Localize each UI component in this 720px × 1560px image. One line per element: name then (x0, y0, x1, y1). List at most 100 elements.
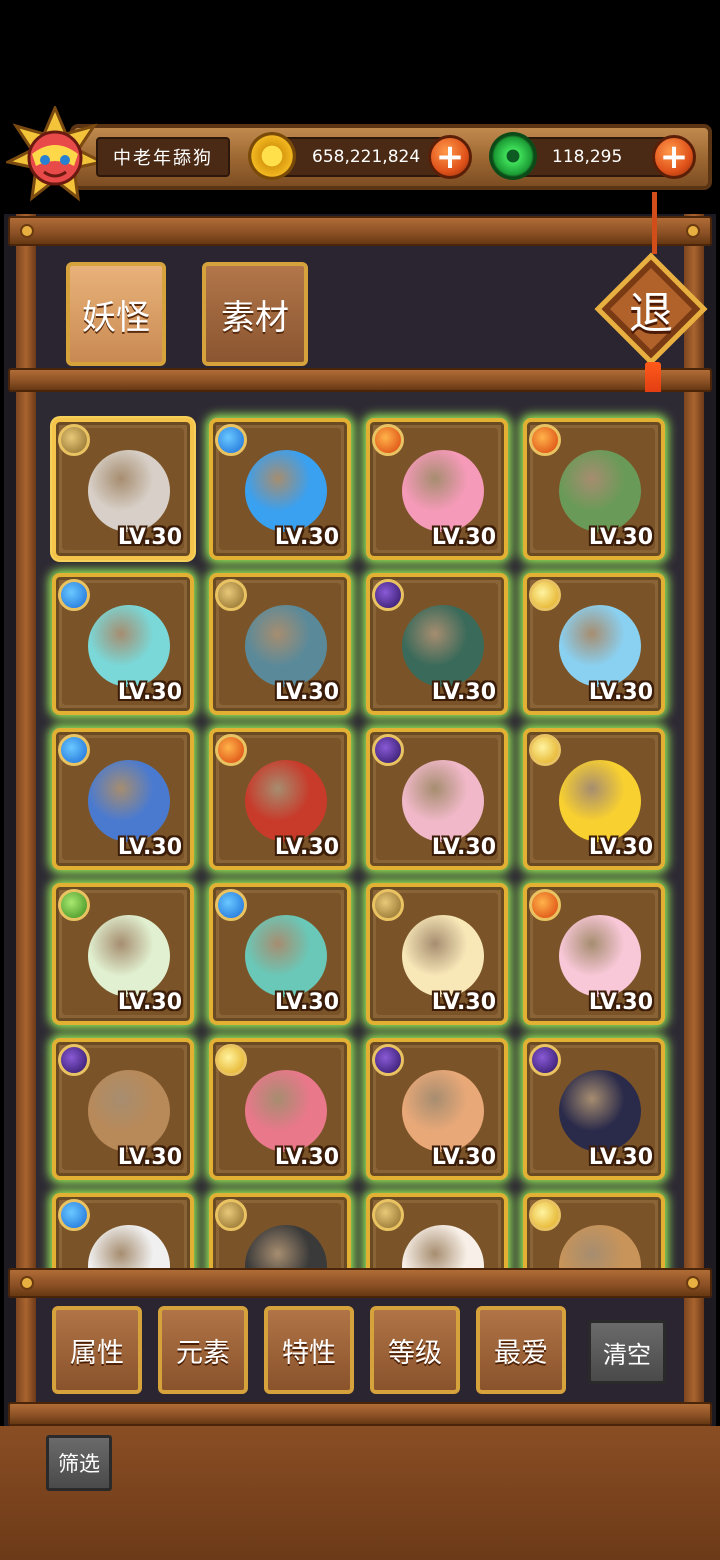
monster-card[interactable]: LV.30 (209, 1038, 351, 1180)
frame-beam-bottom (8, 1402, 712, 1426)
exit-button[interactable]: 退 (594, 252, 708, 366)
earth-element-icon (215, 1199, 247, 1231)
monster-sprite (402, 605, 484, 687)
monster-card[interactable]: LV.30 (523, 1193, 665, 1268)
monster-card[interactable]: LV.30 (523, 1038, 665, 1180)
monster-card[interactable]: LV.30 (523, 573, 665, 715)
level-label: LV.30 (274, 525, 339, 550)
monster-card[interactable]: LV.30 (366, 728, 508, 870)
monster-card[interactable]: LV.30 (209, 573, 351, 715)
level-label: LV.30 (117, 835, 182, 860)
add-gems-button[interactable]: + (652, 135, 696, 179)
exit-label: 退 (629, 288, 673, 339)
fire-element-icon (215, 734, 247, 766)
monster-card[interactable]: LV.30 (209, 418, 351, 560)
monster-card[interactable]: LV.30 (52, 418, 194, 560)
monster-card[interactable]: LV.30 (52, 883, 194, 1025)
level-label: LV.30 (431, 680, 496, 705)
monster-card[interactable]: LV.30 (209, 1193, 351, 1268)
water-element-icon (58, 579, 90, 611)
filter-favorite-button[interactable]: 最爱 (476, 1306, 566, 1394)
monster-card[interactable]: LV.30 (52, 728, 194, 870)
coin-icon (248, 132, 296, 180)
light-element-icon (215, 1044, 247, 1076)
monster-card[interactable]: LV.30 (52, 573, 194, 715)
monster-card[interactable]: LV.30 (52, 1038, 194, 1180)
filter-attribute-button[interactable]: 属性 (52, 1306, 142, 1394)
grass-element-icon (58, 889, 90, 921)
sun-mask-icon (3, 104, 107, 202)
monster-sprite (559, 605, 641, 687)
monster-card[interactable]: LV.30 (209, 883, 351, 1025)
monster-sprite (559, 450, 641, 532)
jade-coin-icon (489, 132, 537, 180)
tab-material[interactable]: 素材 (202, 262, 308, 366)
light-element-icon (529, 1199, 561, 1231)
level-label: LV.30 (588, 835, 653, 860)
dark-element-icon (372, 734, 404, 766)
exit-sign-string (652, 192, 657, 254)
level-label: LV.30 (117, 1145, 182, 1170)
add-coins-button[interactable]: + (428, 135, 472, 179)
clear-filter-button[interactable]: 清空 (588, 1320, 666, 1384)
monster-card[interactable]: LV.30 (523, 418, 665, 560)
monster-card[interactable]: LV.30 (209, 728, 351, 870)
level-label: LV.30 (274, 835, 339, 860)
dark-element-icon (529, 1044, 561, 1076)
monster-sprite (402, 450, 484, 532)
level-label: LV.30 (274, 1145, 339, 1170)
monster-sprite (245, 1070, 327, 1152)
monster-sprite (88, 1225, 170, 1268)
monster-sprite (402, 760, 484, 842)
monster-sprite (245, 760, 327, 842)
monster-sprite (88, 915, 170, 997)
monster-sprite (88, 1070, 170, 1152)
filter-element-button[interactable]: 元素 (158, 1306, 248, 1394)
monster-card[interactable]: LV.30 (366, 573, 508, 715)
earth-element-icon (372, 1199, 404, 1231)
light-element-icon (529, 734, 561, 766)
monster-sprite (88, 605, 170, 687)
level-label: LV.30 (117, 990, 182, 1015)
monster-grid[interactable]: LV.30 LV.30 LV.30 LV.30 LV.30 LV.30 LV.30 LV.30… (36, 392, 684, 1268)
level-label: LV.30 (431, 525, 496, 550)
water-element-icon (215, 424, 247, 456)
monster-sprite (88, 760, 170, 842)
monster-sprite (402, 1070, 484, 1152)
fire-element-icon (529, 889, 561, 921)
screen-filter-button[interactable]: 筛选 (46, 1435, 112, 1491)
monster-sprite (88, 450, 170, 532)
bolt-icon (20, 224, 34, 238)
dark-element-icon (372, 579, 404, 611)
monster-card[interactable]: LV.30 (366, 1038, 508, 1180)
earth-element-icon (372, 889, 404, 921)
monster-card[interactable]: LV.30 (523, 883, 665, 1025)
monster-sprite (245, 450, 327, 532)
tab-monster[interactable]: 妖怪 (66, 262, 166, 366)
status-area (0, 0, 720, 110)
dark-element-icon (372, 1044, 404, 1076)
water-element-icon (58, 734, 90, 766)
monster-card[interactable]: LV.30 (366, 883, 508, 1025)
filter-trait-button[interactable]: 特性 (264, 1306, 354, 1394)
bolt-icon (686, 224, 700, 238)
monster-card[interactable]: LV.30 (52, 1193, 194, 1268)
earth-element-icon (58, 424, 90, 456)
level-label: LV.30 (588, 525, 653, 550)
level-label: LV.30 (431, 1145, 496, 1170)
frame-post-left (16, 214, 36, 1560)
fire-element-icon (529, 424, 561, 456)
monster-sprite (559, 1070, 641, 1152)
level-label: LV.30 (274, 680, 339, 705)
bolt-icon (686, 1276, 700, 1290)
monster-sprite (245, 915, 327, 997)
water-element-icon (215, 889, 247, 921)
player-avatar[interactable] (3, 104, 107, 204)
monster-card[interactable]: LV.30 (366, 418, 508, 560)
monster-card[interactable]: LV.30 (366, 1193, 508, 1268)
filter-level-button[interactable]: 等级 (370, 1306, 460, 1394)
monster-card[interactable]: LV.30 (523, 728, 665, 870)
frame-post-right (684, 214, 704, 1560)
frame-beam-mid (8, 368, 712, 392)
level-label: LV.30 (431, 990, 496, 1015)
